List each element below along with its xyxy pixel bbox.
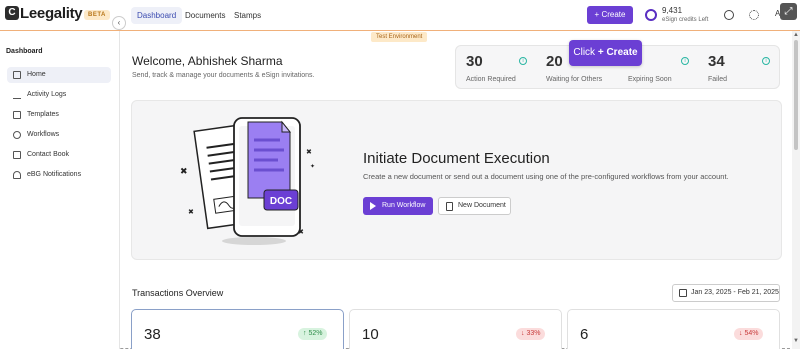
svg-text:✖: ✖ bbox=[188, 208, 194, 216]
hero-title: Initiate Document Execution bbox=[363, 150, 550, 167]
info-icon[interactable]: i bbox=[762, 57, 770, 65]
home-icon bbox=[13, 71, 21, 79]
sidebar-item-label: Workflows bbox=[27, 131, 60, 138]
transaction-card[interactable]: 38 ↑ 52% bbox=[131, 309, 344, 349]
sidebar-item-home[interactable]: Home bbox=[7, 67, 111, 83]
nav-documents[interactable]: Documents bbox=[185, 7, 225, 24]
sidebar-item-contact-book[interactable]: Contact Book bbox=[7, 147, 111, 163]
create-tooltip: Click + Create bbox=[569, 40, 642, 66]
support-icon[interactable] bbox=[724, 10, 734, 20]
tooltip-prefix: Click bbox=[573, 47, 598, 58]
sidebar-item-templates[interactable]: Templates bbox=[7, 107, 111, 123]
hero-description: Create a new document or send out a docu… bbox=[363, 172, 729, 181]
transaction-card[interactable]: 6 ↓ 54% bbox=[567, 309, 780, 349]
nav-dashboard[interactable]: Dashboard bbox=[131, 7, 183, 24]
info-icon[interactable]: i bbox=[681, 57, 689, 65]
create-button[interactable]: + Create bbox=[587, 6, 633, 24]
sidebar-item-label: Activity Logs bbox=[27, 91, 67, 98]
scroll-up-icon[interactable]: ▲ bbox=[793, 32, 799, 38]
contact-book-icon bbox=[13, 151, 21, 159]
sidebar-item-activity-logs[interactable]: Activity Logs bbox=[7, 87, 111, 103]
transactions-title: Transactions Overview bbox=[132, 288, 224, 298]
calendar-icon bbox=[679, 289, 687, 297]
change-badge: ↓ 33% bbox=[516, 328, 546, 340]
sidebar-item-label: Templates bbox=[27, 111, 59, 118]
initiate-document-card: DOC ✖ ✖ ✖ ✖ ✦ Initiate Document Executio… bbox=[131, 100, 782, 260]
date-range-picker[interactable]: Jan 23, 2025 - Feb 21, 2025 bbox=[672, 284, 780, 302]
svg-text:✖: ✖ bbox=[306, 148, 312, 156]
expand-icon[interactable]: ⤢ bbox=[780, 3, 797, 20]
stat-label-waiting: Waiting for Others bbox=[546, 76, 603, 83]
beta-badge: BETA bbox=[84, 10, 110, 20]
nav-stamps[interactable]: Stamps bbox=[234, 7, 261, 24]
transaction-value: 10 bbox=[362, 326, 379, 343]
stat-value-waiting[interactable]: 20 bbox=[546, 53, 563, 70]
new-document-button[interactable]: New Document bbox=[438, 197, 511, 215]
bell-icon bbox=[13, 171, 21, 179]
sidebar-item-ebg-notifications[interactable]: eBG Notifications bbox=[7, 167, 111, 183]
sidebar: Dashboard Home Activity Logs Templates W… bbox=[0, 31, 120, 349]
sidebar-title: Dashboard bbox=[6, 48, 43, 55]
transaction-value: 6 bbox=[580, 326, 589, 343]
scroll-down-icon[interactable]: ▼ bbox=[793, 338, 799, 344]
credits-label: eSign credits Left bbox=[662, 17, 709, 23]
svg-text:✦: ✦ bbox=[310, 163, 315, 170]
sidebar-item-label: Home bbox=[27, 71, 46, 78]
tooltip-action: + Create bbox=[597, 47, 638, 58]
templates-icon bbox=[13, 111, 21, 119]
run-workflow-button[interactable]: Run Workflow bbox=[363, 197, 433, 215]
stat-label-failed: Failed bbox=[708, 76, 728, 83]
transaction-value: 38 bbox=[144, 326, 161, 343]
activity-icon bbox=[13, 91, 21, 99]
workflows-icon bbox=[13, 131, 21, 139]
play-icon bbox=[370, 202, 376, 210]
change-badge: ↑ 52% bbox=[298, 328, 328, 340]
new-document-label: New Document bbox=[458, 202, 506, 209]
logo-text[interactable]: Leegality bbox=[20, 5, 83, 22]
stat-label-expiring: Expiring Soon bbox=[628, 76, 672, 83]
sidebar-item-label: Contact Book bbox=[27, 151, 70, 158]
sidebar-collapse-button[interactable]: ‹ bbox=[112, 16, 126, 30]
svg-text:✖: ✖ bbox=[180, 167, 188, 177]
info-icon[interactable]: i bbox=[519, 57, 527, 65]
document-plus-icon bbox=[446, 202, 453, 211]
stat-value-action-required[interactable]: 30 bbox=[466, 53, 483, 70]
date-range-label: Jan 23, 2025 - Feb 21, 2025 bbox=[691, 289, 779, 296]
document-illustration: DOC ✖ ✖ ✖ ✖ ✦ bbox=[180, 117, 315, 245]
page-subtitle: Send, track & manage your documents & eS… bbox=[132, 72, 315, 79]
doc-label: DOC bbox=[270, 196, 292, 207]
sidebar-item-workflows[interactable]: Workflows bbox=[7, 127, 111, 143]
logo-mark: C bbox=[5, 6, 19, 20]
svg-text:✖: ✖ bbox=[298, 228, 304, 236]
change-badge: ↓ 54% bbox=[734, 328, 764, 340]
scrollbar-thumb[interactable] bbox=[794, 40, 798, 150]
stat-value-failed[interactable]: 34 bbox=[708, 53, 725, 70]
credits-value: 9,431 bbox=[662, 6, 683, 15]
stat-label-action-required: Action Required bbox=[466, 76, 516, 83]
run-workflow-label: Run Workflow bbox=[382, 202, 426, 209]
sidebar-item-label: eBG Notifications bbox=[27, 171, 82, 178]
credits-ring-icon bbox=[645, 9, 657, 21]
test-environment-badge: Test Environment bbox=[371, 32, 428, 42]
gear-icon[interactable] bbox=[749, 10, 759, 20]
transaction-card[interactable]: 10 ↓ 33% bbox=[349, 309, 562, 349]
page-title: Welcome, Abhishek Sharma bbox=[132, 54, 283, 68]
